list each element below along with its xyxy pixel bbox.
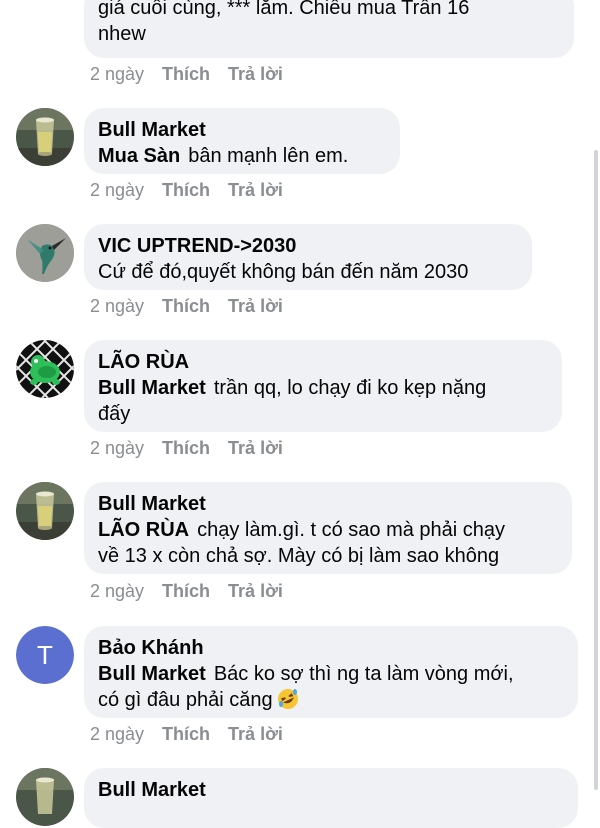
mention-tag[interactable]: Bull Market [98, 663, 206, 685]
comment-author[interactable]: Bull Market [98, 491, 557, 517]
avatar[interactable]: T [16, 626, 74, 684]
comment-timestamp: 2 ngày [90, 180, 145, 200]
comment-timestamp: 2 ngày [90, 724, 145, 744]
turtle-avatar-icon [16, 340, 74, 398]
comment-text: có gì đâu phải căng [98, 689, 273, 711]
like-button[interactable]: Thích [162, 724, 210, 744]
comment-timestamp: 2 ngày [90, 64, 145, 84]
comment-text: Cứ để đó,quyết không bán đến năm 2030 [98, 261, 469, 283]
like-button[interactable]: Thích [162, 64, 210, 84]
comment-text: bân mạnh lên em. [188, 145, 349, 167]
comment-text: giá cuối cùng, *** lắm. Chiều mua Trần 1… [98, 0, 470, 19]
comment-author[interactable]: LÃO RÙA [98, 349, 547, 375]
avatar[interactable] [16, 224, 74, 282]
rofl-emoji-icon [277, 689, 298, 709]
comment-timestamp: 2 ngày [90, 438, 145, 458]
scrollbar[interactable] [594, 150, 598, 790]
comment-actions: 2 ngày Thích Trả lời [90, 580, 283, 602]
comment-text: trần qq, lo chạy đi ko kẹp nặng [213, 377, 487, 399]
mention-tag[interactable]: LÃO RÙA [98, 519, 189, 541]
like-button[interactable]: Thích [162, 438, 210, 458]
comment-actions: 2 ngày Thích Trả lời [90, 179, 283, 201]
comment-author[interactable]: VIC UPTREND->2030 [98, 233, 517, 259]
reply-button[interactable]: Trả lời [228, 438, 283, 458]
comment-timestamp: 2 ngày [90, 296, 145, 316]
mention-tag[interactable]: Mua Sàn [98, 145, 180, 167]
reply-button[interactable]: Trả lời [228, 581, 283, 601]
reply-button[interactable]: Trả lời [228, 64, 283, 84]
comment-bubble: VIC UPTREND->2030 Cứ để đó,quyết không b… [84, 224, 532, 290]
avatar[interactable] [16, 340, 74, 398]
glass-photo-avatar-icon [16, 768, 74, 826]
comment-bubble: Bảo Khánh Bull Market Bác ko sợ thì ng ta… [84, 626, 578, 718]
like-button[interactable]: Thích [162, 581, 210, 601]
glass-photo-avatar-icon [16, 108, 74, 166]
glass-photo-avatar-icon [16, 482, 74, 540]
comment-author[interactable]: Bull Market [98, 777, 563, 803]
avatar[interactable] [16, 108, 74, 166]
comment-actions: 2 ngày Thích Trả lời [90, 63, 283, 85]
comment-author[interactable]: Bull Market [98, 117, 385, 143]
reply-button[interactable]: Trả lời [228, 296, 283, 316]
comment-bubble: giá cuối cùng, *** lắm. Chiều mua Trần 1… [84, 0, 574, 58]
comment-text: nhew [98, 23, 146, 45]
reply-button[interactable]: Trả lời [228, 724, 283, 744]
comment-bubble: LÃO RÙA Bull Market trần qq, lo chạy đi k… [84, 340, 562, 432]
reply-button[interactable]: Trả lời [228, 180, 283, 200]
comment-actions: 2 ngày Thích Trả lời [90, 723, 283, 745]
letter-avatar-icon: T [16, 626, 74, 684]
like-button[interactable]: Thích [162, 296, 210, 316]
comment-bubble: Bull Market Mua Sàn bân mạnh lên em. [84, 108, 400, 174]
comment-text: đấy [98, 403, 131, 425]
avatar-letter: T [37, 640, 53, 670]
comment-actions: 2 ngày Thích Trả lời [90, 295, 283, 317]
avatar[interactable] [16, 482, 74, 540]
avatar[interactable] [16, 768, 74, 826]
like-button[interactable]: Thích [162, 180, 210, 200]
comment-feed: giá cuối cùng, *** lắm. Chiều mua Trần 1… [0, 0, 600, 828]
mention-tag[interactable]: Bull Market [98, 377, 206, 399]
comment-author[interactable]: Bảo Khánh [98, 635, 563, 661]
comment-timestamp: 2 ngày [90, 581, 145, 601]
comment-text: Bác ko sợ thì ng ta làm vòng mới, [213, 663, 514, 685]
comment-text: về 13 x còn chả sợ. Mày có bị làm sao kh… [98, 545, 500, 567]
hummingbird-photo-avatar-icon [16, 224, 74, 282]
comment-bubble: Bull Market [84, 768, 578, 828]
comment-bubble: Bull Market LÃO RÙA chạy làm.gì. t có sao… [84, 482, 572, 574]
comment-text: chạy làm.gì. t có sao mà phải chạy [197, 519, 506, 541]
comment-actions: 2 ngày Thích Trả lời [90, 437, 283, 459]
